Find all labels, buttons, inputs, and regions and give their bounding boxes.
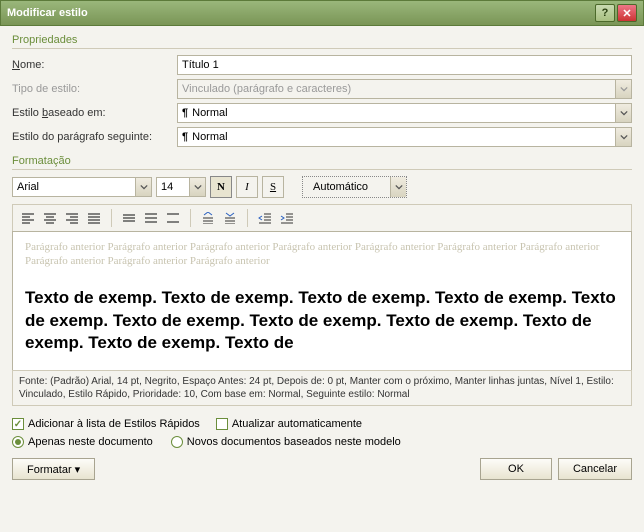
pilcrow-icon: ¶ — [182, 107, 188, 119]
checkbox-icon: ✓ — [12, 418, 24, 430]
style-description: Fonte: (Padrão) Arial, 14 pt, Negrito, E… — [12, 370, 632, 406]
formatting-section-title: Formatação — [12, 155, 632, 170]
close-button[interactable]: ✕ — [617, 4, 637, 22]
preview-sample-text: Texto de exemp. Texto de exemp. Texto de… — [25, 287, 619, 356]
autoupdate-checkbox[interactable]: Atualizar automaticamente — [216, 418, 362, 430]
chevron-down-icon[interactable] — [615, 104, 631, 122]
titlebar: Modificar estilo ? ✕ — [0, 0, 644, 26]
indent-inc-button[interactable] — [276, 208, 298, 228]
radio-icon — [12, 436, 24, 448]
font-select[interactable]: Arial — [12, 177, 152, 197]
align-right-button[interactable] — [61, 208, 83, 228]
basedon-select[interactable]: ¶Normal — [177, 103, 632, 123]
pilcrow-icon: ¶ — [182, 131, 188, 143]
basedon-label: Estilo baseado em: — [12, 107, 177, 119]
underline-button[interactable]: S — [262, 176, 284, 198]
chevron-down-icon[interactable] — [189, 178, 205, 196]
italic-button[interactable]: I — [236, 176, 258, 198]
name-label: Nome: — [12, 59, 177, 71]
window-title: Modificar estilo — [7, 7, 593, 19]
fontcolor-select[interactable]: Automático — [302, 176, 407, 198]
size-select[interactable]: 14 — [156, 177, 206, 197]
align-center-button[interactable] — [39, 208, 61, 228]
checkbox-icon — [216, 418, 228, 430]
spacebefore-dec-button[interactable] — [219, 208, 241, 228]
chevron-down-icon[interactable] — [390, 177, 406, 197]
help-button[interactable]: ? — [595, 4, 615, 22]
format-button[interactable]: Formatar ▾ — [12, 458, 95, 480]
radio-icon — [171, 436, 183, 448]
align-left-button[interactable] — [17, 208, 39, 228]
newdocs-radio[interactable]: Novos documentos baseados neste modelo — [171, 436, 401, 448]
quickstyle-checkbox[interactable]: ✓ Adicionar à lista de Estilos Rápidos — [12, 418, 200, 430]
paragraph-toolbar — [12, 204, 632, 232]
thisdoc-radio[interactable]: Apenas neste documento — [12, 436, 153, 448]
preview-box: Parágrafo anterior Parágrafo anterior Pa… — [12, 231, 632, 371]
styletype-select: Vinculado (parágrafo e caracteres) — [177, 79, 632, 99]
ok-button[interactable]: OK — [480, 458, 552, 480]
linespacing-15-button[interactable] — [140, 208, 162, 228]
spacebefore-inc-button[interactable] — [197, 208, 219, 228]
align-justify-button[interactable] — [83, 208, 105, 228]
chevron-down-icon[interactable] — [135, 178, 151, 196]
followpara-label: Estilo do parágrafo seguinte: — [12, 131, 177, 143]
name-input[interactable]: Título 1 — [177, 55, 632, 75]
indent-dec-button[interactable] — [254, 208, 276, 228]
followpara-select[interactable]: ¶Normal — [177, 127, 632, 147]
linespacing-1-button[interactable] — [118, 208, 140, 228]
styletype-label: Tipo de estilo: — [12, 83, 177, 95]
properties-section-title: Propriedades — [12, 34, 632, 49]
preview-before-text: Parágrafo anterior Parágrafo anterior Pa… — [25, 240, 619, 269]
linespacing-2-button[interactable] — [162, 208, 184, 228]
chevron-down-icon — [615, 80, 631, 98]
chevron-down-icon[interactable] — [615, 128, 631, 146]
bold-button[interactable]: N — [210, 176, 232, 198]
cancel-button[interactable]: Cancelar — [558, 458, 632, 480]
